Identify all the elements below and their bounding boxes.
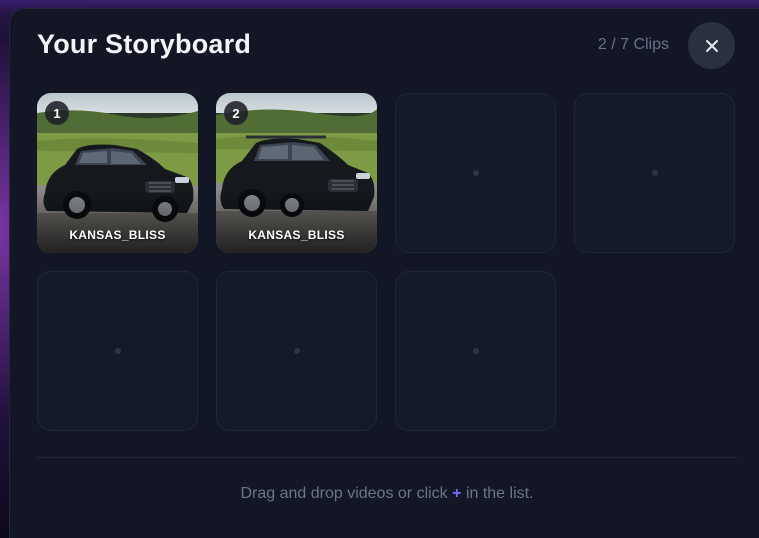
clip-name: KANSAS_BLISS (248, 228, 345, 242)
empty-slot-dot (114, 348, 121, 354)
storyboard-slot-empty[interactable] (574, 93, 735, 253)
storyboard-slot-empty[interactable] (37, 271, 198, 431)
close-icon (705, 39, 718, 52)
empty-slot-dot (472, 170, 479, 176)
storyboard-slot-filled[interactable]: 2 KANSAS_BLISS (216, 93, 377, 253)
storyboard-slot-empty[interactable] (395, 271, 556, 431)
close-button[interactable] (688, 22, 735, 69)
empty-slot-dot (472, 348, 479, 354)
page-title: Your Storyboard (37, 29, 252, 59)
clip-count: 2 / 7 Clips (597, 36, 669, 53)
empty-slot-dot (293, 348, 300, 354)
clip-number-badge: 1 (45, 101, 69, 125)
hint-text-after: in the list. (465, 485, 534, 502)
storyboard-slot-empty[interactable] (216, 271, 377, 431)
plus-icon: + (452, 485, 462, 502)
clip-number-badge: 2 (224, 101, 248, 125)
clip-name: KANSAS_BLISS (69, 228, 166, 242)
storyboard-panel: Your Storyboard 2 / 7 Clips 1 KANSAS_BLI… (9, 8, 759, 538)
divider (37, 457, 737, 458)
storyboard-slot-filled[interactable]: 1 KANSAS_BLISS (37, 93, 198, 253)
storyboard-slot-empty[interactable] (395, 93, 556, 253)
hint-text-before: Drag and drop videos or click (240, 485, 448, 502)
drop-hint: Drag and drop videos or click + in the l… (37, 485, 737, 503)
empty-slot-dot (651, 170, 658, 176)
